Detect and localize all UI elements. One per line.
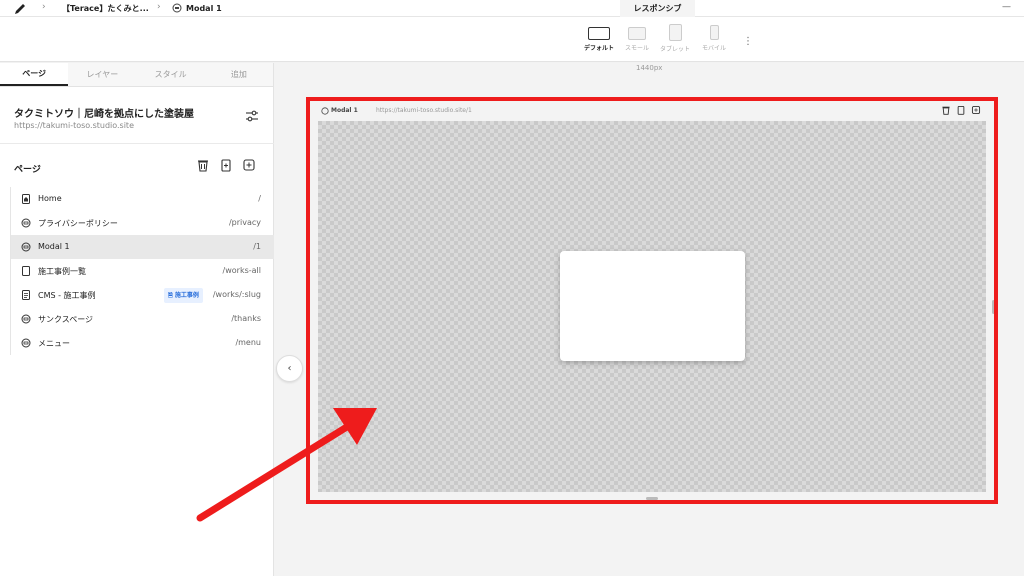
page-item-cms-works[interactable]: CMS - 施工事例 🗎 施工事例 /works/:slug [11,283,274,307]
page-path: /privacy [228,218,261,227]
page-name: サンクスページ [38,315,94,324]
device-label: モバイル [701,45,726,52]
page-name: CMS - 施工事例 [38,291,96,300]
badge-label: 施工事例 [174,292,199,299]
page-name: Modal 1 [38,242,70,251]
device-tablet[interactable]: タブレット [657,24,693,53]
tablet-icon [668,24,682,41]
page-item-thanks[interactable]: サンクスページ /thanks [11,307,274,331]
highlight-rectangle [306,97,998,504]
more-options-icon[interactable]: ⋮ [743,36,753,47]
page-name: Home [38,194,62,203]
divider [0,143,274,144]
page-item-home[interactable]: Home / [11,187,274,211]
page-item-modal-1[interactable]: Modal 1 /1 [11,235,274,259]
page-list: Home / プライバシーポリシー /privacy Modal 1 /1 施工… [10,187,274,355]
device-label: デフォルト [583,45,614,52]
modal-icon [21,242,31,252]
page-path: / [258,194,261,203]
breadcrumb-project[interactable]: 【Terace】たくみと... [62,3,149,14]
cms-icon [22,290,30,300]
page-item-works-all[interactable]: 施工事例一覧 /works-all [11,259,274,283]
link-page-icon [21,218,31,228]
site-settings-icon[interactable] [245,109,259,123]
link-page-icon [21,338,31,348]
chevron-left-icon: ‹ [287,363,292,374]
breadcrumb-separator-icon: › [157,2,161,12]
pages-actions [196,158,256,172]
top-bar: › 【Terace】たくみと... › Modal 1 レスポンシブ — [0,0,1024,17]
tab-add[interactable]: 追加 [205,63,273,86]
breadcrumb-separator-icon: › [42,2,46,12]
link-page-icon [21,314,31,324]
page-name: 施工事例一覧 [38,267,86,276]
laptop-icon [628,27,646,40]
duplicate-page-icon[interactable] [219,158,233,172]
collapse-panel-button[interactable]: ‹ [276,355,303,382]
tab-styles[interactable]: スタイル [137,63,205,86]
left-panel: ページ レイヤー スタイル 追加 タクミトソウ｜尼崎を拠点にした塗装屋 http… [0,63,274,576]
cms-collection-badge: 🗎 施工事例 [164,288,203,303]
minimize-icon[interactable]: — [1002,2,1011,12]
panel-tabs: ページ レイヤー スタイル 追加 [0,63,273,87]
page-path: /menu [235,338,261,347]
tab-layers[interactable]: レイヤー [68,63,136,86]
page-name: プライバシーポリシー [38,219,118,228]
device-small[interactable]: スモール [620,27,654,52]
home-icon [22,194,30,204]
site-url[interactable]: https://takumi-toso.studio.site [14,121,134,130]
tab-pages[interactable]: ページ [0,63,69,86]
desktop-icon [588,27,610,40]
device-toolbar: デフォルト スモール タブレット モバイル ⋮ [0,17,1024,62]
device-mobile[interactable]: モバイル [698,25,730,52]
pages-heading: ページ [14,165,41,175]
page-path: /works/:slug [212,290,261,299]
trash-icon[interactable] [196,158,210,172]
breadcrumb-page-label: Modal 1 [186,3,222,13]
device-default[interactable]: デフォルト [581,27,617,52]
pen-icon[interactable] [14,3,26,15]
breadcrumb-page[interactable]: Modal 1 [172,3,222,13]
page-path: /works-all [222,266,261,275]
device-label: タブレット [659,46,690,53]
device-label: スモール [624,45,649,52]
page-item-privacy[interactable]: プライバシーポリシー /privacy [11,211,274,235]
modal-icon [172,3,182,13]
mobile-icon [709,25,719,40]
tab-responsive[interactable]: レスポンシブ [620,0,695,17]
page-icon [22,266,30,276]
site-title: タクミトソウ｜尼崎を拠点にした塗装屋 [14,109,194,120]
page-name: メニュー [38,339,70,348]
page-path: /1 [253,242,261,251]
page-item-menu[interactable]: メニュー /menu [11,331,274,355]
add-page-icon[interactable] [242,158,256,172]
canvas-width-label: 1440px [636,64,663,72]
page-path: /thanks [231,314,261,323]
